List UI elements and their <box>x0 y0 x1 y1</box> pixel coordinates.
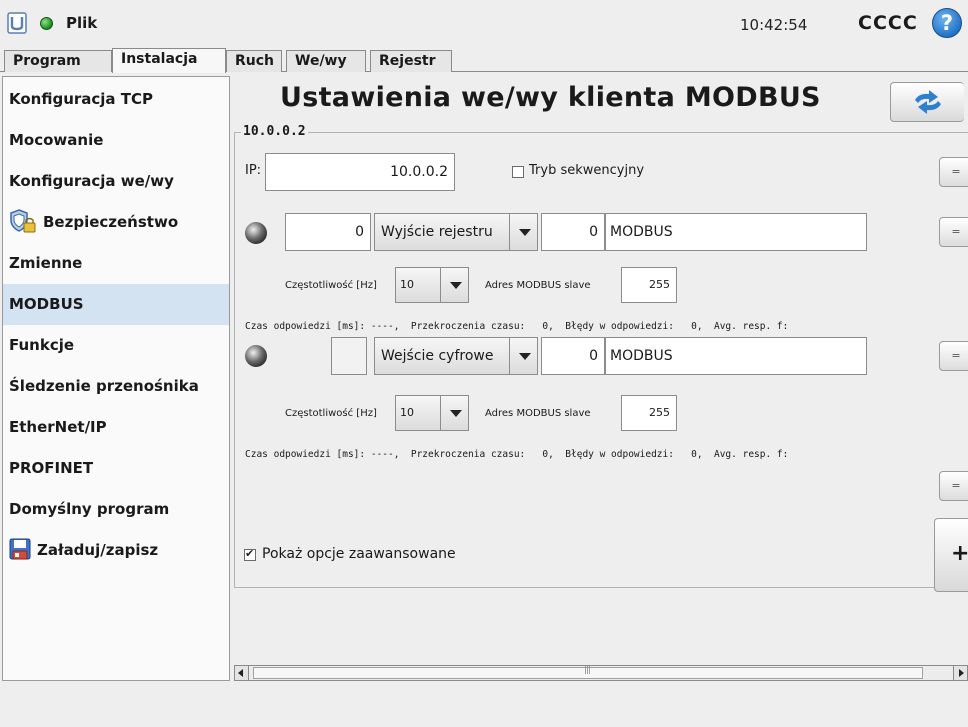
scrollbar-thumb[interactable] <box>253 665 923 679</box>
sidebar-item-variables[interactable]: Zmienne <box>3 243 229 284</box>
signal-address-input[interactable]: 0 <box>285 213 371 251</box>
sidebar-item-label: Funkcje <box>9 336 75 354</box>
robot-name: CCCC <box>858 12 918 34</box>
chevron-down-icon <box>509 214 537 250</box>
sidebar-item-label: Śledzenie przenośnika <box>9 377 199 395</box>
sidebar-item-label: Domyślny program <box>9 500 170 518</box>
chevron-down-icon <box>509 338 537 374</box>
signal-type-value: Wyjście rejestru <box>381 224 493 240</box>
title-bar: Plik 10:42:54 CCCC ? <box>0 0 968 48</box>
signal-stats: Czas odpowiedzi [ms]: ----, Przekroczeni… <box>245 321 789 332</box>
sidebar-item-safety[interactable]: Bezpieczeństwo <box>3 202 229 243</box>
refresh-button[interactable] <box>890 82 964 122</box>
signal-value-field[interactable]: 0 <box>541 337 605 375</box>
tab-instalacja[interactable]: Instalacja <box>112 48 226 73</box>
file-menu[interactable]: Plik <box>66 14 97 32</box>
clock: 10:42:54 <box>740 16 808 34</box>
unit-address-legend: 10.0.0.2 <box>241 124 308 139</box>
ip-label: IP: <box>245 163 262 178</box>
scroll-right-icon[interactable] <box>953 666 967 680</box>
sidebar-item-label: Konfiguracja we/wy <box>9 172 174 190</box>
sidebar-item-ethernet-ip[interactable]: EtherNet/IP <box>3 407 229 448</box>
chevron-down-icon <box>440 268 468 302</box>
main-tabs: Program Instalacja Ruch We/wy Rejestr <box>0 48 968 73</box>
sidebar-item-label: Bezpieczeństwo <box>43 213 179 231</box>
sidebar-item-label: Mocowanie <box>9 131 104 149</box>
signal-options-button[interactable]: = <box>939 217 968 247</box>
advanced-options-label: Pokaż opcje zaawansowane <box>262 546 456 562</box>
sidebar-item-io-setup[interactable]: Konfiguracja we/wy <box>3 161 229 202</box>
unit-options-button[interactable]: = <box>939 157 968 187</box>
frequency-dropdown[interactable]: 10 <box>395 267 469 303</box>
sidebar-item-profinet[interactable]: PROFINET <box>3 448 229 489</box>
add-signal-button[interactable]: = <box>939 471 968 501</box>
frequency-dropdown[interactable]: 10 <box>395 395 469 431</box>
scroll-left-icon[interactable] <box>235 666 249 680</box>
modbus-panel: Ustawienia we/wy klienta MODBUS 10.0.0.2… <box>234 76 968 681</box>
sidebar-item-label: MODBUS <box>9 295 84 313</box>
signal-status-led <box>245 222 267 244</box>
tab-program[interactable]: Program <box>4 50 112 72</box>
page-title: Ustawienia we/wy klienta MODBUS <box>280 82 821 113</box>
slave-address-input[interactable]: 255 <box>621 267 677 303</box>
refresh-arrows-icon <box>915 90 941 114</box>
horizontal-scrollbar[interactable] <box>234 665 968 681</box>
signal-address-input[interactable] <box>331 337 367 375</box>
tab-ruch[interactable]: Ruch <box>226 50 282 72</box>
sidebar-item-features[interactable]: Funkcje <box>3 325 229 366</box>
floppy-disk-icon <box>9 538 31 559</box>
ip-input[interactable]: 10.0.0.2 <box>265 153 455 191</box>
shield-lock-icon <box>10 208 36 232</box>
help-icon[interactable]: ? <box>932 8 962 38</box>
tab-rejestr[interactable]: Rejestr <box>370 50 452 72</box>
ur-logo-icon <box>7 12 27 34</box>
sidebar-item-label: Konfiguracja TCP <box>9 90 154 108</box>
sidebar-item-default-program[interactable]: Domyślny program <box>3 489 229 530</box>
sidebar-item-modbus[interactable]: MODBUS <box>3 284 229 325</box>
signal-name-input[interactable]: MODBUS <box>605 213 867 251</box>
sidebar-item-mounting[interactable]: Mocowanie <box>3 120 229 161</box>
chevron-down-icon <box>440 396 468 430</box>
frequency-label: Częstotliwość [Hz] <box>285 280 377 291</box>
signal-value-field[interactable]: 0 <box>541 213 605 251</box>
signal-name-input[interactable]: MODBUS <box>605 337 867 375</box>
slave-address-label: Adres MODBUS slave <box>485 408 591 419</box>
sidebar-item-tcp[interactable]: Konfiguracja TCP <box>3 79 229 120</box>
sequential-mode-label: Tryb sekwencyjny <box>529 163 645 178</box>
add-unit-button[interactable]: + <box>934 518 968 592</box>
signal-options-button[interactable]: = <box>939 341 968 371</box>
signal-stats: Czas odpowiedzi [ms]: ----, Przekroczeni… <box>245 449 789 460</box>
sidebar-item-label: PROFINET <box>9 459 94 477</box>
sequential-mode-checkbox[interactable] <box>512 166 524 178</box>
frequency-label: Częstotliwość [Hz] <box>285 408 377 419</box>
tab-we-wy[interactable]: We/wy <box>286 50 366 72</box>
signal-type-dropdown[interactable]: Wejście cyfrowe <box>374 337 538 375</box>
sidebar-item-label: EtherNet/IP <box>9 418 107 436</box>
sidebar-item-load-save[interactable]: Załaduj/zapisz <box>3 530 229 571</box>
frequency-value: 10 <box>400 278 414 291</box>
sidebar-item-conveyor-tracking[interactable]: Śledzenie przenośnika <box>3 366 229 407</box>
signal-type-dropdown[interactable]: Wyjście rejestru <box>374 213 538 251</box>
slave-address-input[interactable]: 255 <box>621 395 677 431</box>
signal-type-value: Wejście cyfrowe <box>381 348 494 364</box>
slave-address-label: Adres MODBUS slave <box>485 280 591 291</box>
sidebar-item-label: Zmienne <box>9 254 83 272</box>
robot-status-icon[interactable] <box>40 17 53 30</box>
signal-status-led <box>245 345 267 367</box>
advanced-options-checkbox[interactable] <box>244 547 256 561</box>
modbus-unit-group: 10.0.0.2 IP: 10.0.0.2 Tryb sekwencyjny =… <box>234 124 968 588</box>
installation-sidebar: Konfiguracja TCP Mocowanie Konfiguracja … <box>2 76 230 681</box>
sidebar-item-label: Załaduj/zapisz <box>37 541 159 559</box>
frequency-value: 10 <box>400 406 414 419</box>
